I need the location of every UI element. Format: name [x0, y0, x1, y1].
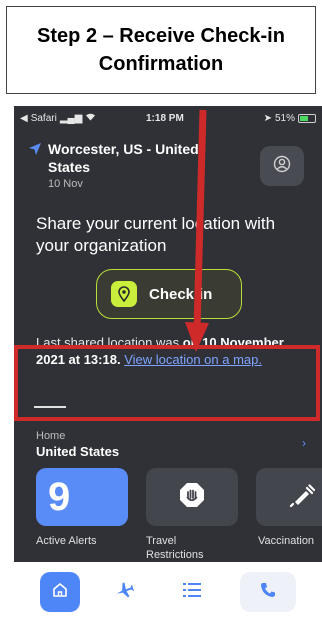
bottom-navigation	[14, 562, 322, 622]
phone-icon	[259, 581, 277, 604]
vaccination-tile[interactable]	[256, 468, 322, 526]
nav-travel[interactable]	[104, 572, 144, 612]
syringe-icon	[289, 482, 316, 513]
vaccination-label: Vaccination	[258, 535, 315, 547]
location-date: 10 Nov	[48, 178, 83, 190]
check-in-label: Check-in	[149, 285, 213, 303]
nav-call[interactable]	[240, 572, 296, 612]
back-label[interactable]: Safari	[31, 113, 57, 124]
location-services-icon: ➤	[263, 112, 272, 124]
step-title: Step 2 – Receive Check-in Confirmation	[37, 25, 285, 75]
battery-icon	[298, 113, 316, 123]
travel-restrictions-label: Travel Restrictions	[146, 535, 204, 561]
active-alerts-label: Active Alerts	[36, 535, 97, 547]
status-time: 1:18 PM	[146, 112, 184, 124]
home-country: United States	[36, 444, 120, 459]
signal-icon: ▂▄▆	[59, 112, 83, 124]
nav-home[interactable]	[40, 572, 80, 612]
share-location-heading: Share your current location with your or…	[36, 214, 276, 255]
profile-button[interactable]	[260, 146, 304, 186]
home-label: Home	[36, 430, 66, 442]
home-icon	[51, 581, 69, 604]
wifi-icon	[85, 112, 96, 124]
step-caption: Step 2 – Receive Check-in Confirmation	[6, 6, 316, 94]
status-bar: ◀ Safari ▂▄▆ 1:18 PM ➤ 51%	[14, 106, 322, 130]
back-arrow-icon[interactable]: ◀	[20, 113, 28, 124]
location-arrow-icon	[28, 142, 42, 161]
status-right: ➤ 51%	[264, 113, 316, 124]
airplane-icon	[114, 580, 135, 605]
status-left: ◀ Safari ▂▄▆	[20, 112, 96, 124]
active-alerts-tile[interactable]: 9	[36, 468, 128, 526]
alerts-count: 9	[48, 474, 71, 519]
nav-list[interactable]	[172, 572, 212, 612]
user-icon	[273, 155, 291, 178]
list-icon	[182, 581, 202, 604]
info-tiles: 9 Active Alerts Travel Restrictions Vacc…	[36, 468, 322, 568]
home-section[interactable]: Home United States ›	[36, 430, 306, 459]
map-pin-icon	[111, 281, 137, 307]
travel-restrictions-tile[interactable]	[146, 468, 238, 526]
location-title: Worcester, US - United States	[48, 141, 199, 175]
check-in-button[interactable]: Check-in	[96, 269, 242, 319]
chevron-right-icon: ›	[302, 436, 306, 450]
stop-hand-icon	[179, 482, 205, 513]
battery-percent: 51%	[274, 112, 295, 124]
annotation-highlight-box	[14, 345, 320, 421]
